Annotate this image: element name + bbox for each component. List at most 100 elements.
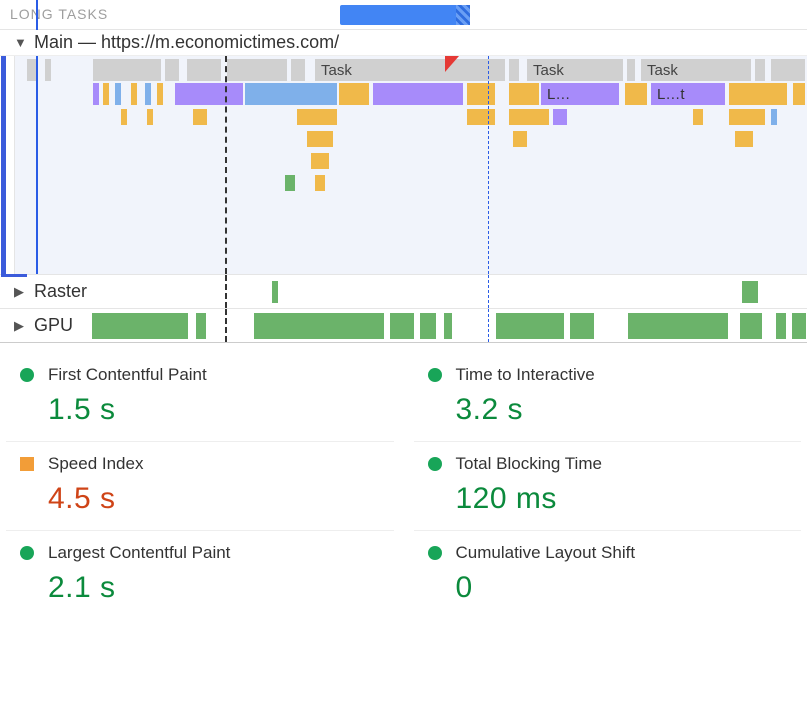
flame-bar[interactable] [311,153,329,169]
gpu-bar[interactable] [628,313,728,339]
raster-track[interactable]: ▶ Raster [0,275,807,309]
chevron-down-icon[interactable]: ▼ [14,35,28,50]
script-bar[interactable] [625,83,647,105]
metric-label: Largest Contentful Paint [48,543,230,563]
flame-bar[interactable] [693,109,703,125]
raster-bar[interactable] [272,281,278,303]
script-bar[interactable] [145,83,151,105]
task-bar[interactable] [165,59,179,81]
script-bar[interactable] [373,83,463,105]
gpu-bar[interactable] [254,313,384,339]
task-bar[interactable] [45,59,51,81]
flame-bar[interactable] [553,109,567,125]
task-label: Task [321,62,352,79]
frame-marker [488,275,489,308]
script-bar[interactable] [103,83,109,105]
metric-cls[interactable]: Cumulative Layout Shift 0 [414,531,802,619]
script-row: L… L…t [15,83,807,105]
layout-shift-icon [445,56,459,72]
flame-bar[interactable] [735,131,753,147]
time-marker [36,30,38,274]
script-bar[interactable] [157,83,163,105]
flame-bar[interactable] [467,109,495,125]
gpu-track[interactable]: ▶ GPU [0,309,807,343]
script-bar[interactable] [175,83,243,105]
raster-bar[interactable] [742,281,758,303]
metric-fcp[interactable]: First Contentful Paint 1.5 s [6,353,394,442]
flame-bar[interactable] [771,109,777,125]
flame-bar[interactable] [729,109,765,125]
task-bar[interactable] [187,59,221,81]
gpu-bar[interactable] [496,313,564,339]
main-track-header[interactable]: ▼ Main — https://m.economictimes.com/ [0,30,807,56]
metric-tbt[interactable]: Total Blocking Time 120 ms [414,442,802,531]
flame-bar[interactable] [513,131,527,147]
task-bar[interactable]: Task [641,59,751,81]
task-bar[interactable] [93,59,161,81]
task-bar[interactable]: Task [527,59,623,81]
task-bar[interactable] [227,59,287,81]
gpu-bar[interactable] [92,313,188,339]
gpu-bar[interactable] [420,313,436,339]
script-bar[interactable] [131,83,137,105]
gpu-bar[interactable] [390,313,414,339]
task-bar[interactable] [755,59,765,81]
gpu-bar[interactable] [444,313,452,339]
flame-bar[interactable] [193,109,207,125]
gpu-bar[interactable] [776,313,786,339]
script-bar[interactable] [245,83,337,105]
task-label: Task [533,62,564,79]
task-bar[interactable]: Task [315,59,505,81]
flame-bar[interactable] [121,109,127,125]
main-flame-chart[interactable]: Task Task Task L… L…t [15,56,807,274]
gpu-bar[interactable] [740,313,762,339]
gpu-bar[interactable] [196,313,206,339]
metric-tti[interactable]: Time to Interactive 3.2 s [414,353,802,442]
flame-bar[interactable] [147,109,153,125]
selection-accent-bottom [1,274,27,277]
time-marker [36,0,38,31]
flame-bar[interactable] [307,131,333,147]
status-square-icon [20,457,34,471]
flame-bar[interactable] [315,175,325,191]
metric-value: 1.5 s [48,393,384,427]
flame-bar[interactable] [509,109,549,125]
script-bar[interactable] [793,83,805,105]
main-thread-track[interactable]: ▼ Main — https://m.economictimes.com/ Ta… [0,30,807,275]
script-bar[interactable] [467,83,495,105]
long-task-bar[interactable] [340,5,470,25]
metrics-grid: First Contentful Paint 1.5 s Time to Int… [0,343,807,639]
gpu-bar[interactable] [792,313,806,339]
script-bar[interactable] [115,83,121,105]
script-bar[interactable] [339,83,369,105]
gpu-bar[interactable] [570,313,594,339]
metric-si[interactable]: Speed Index 4.5 s [6,442,394,531]
script-row-5 [15,173,807,193]
script-bar[interactable] [729,83,787,105]
metric-value: 4.5 s [48,482,384,516]
metric-lcp[interactable]: Largest Contentful Paint 2.1 s [6,531,394,619]
chevron-right-icon[interactable]: ▶ [14,284,28,300]
chevron-right-icon[interactable]: ▶ [14,318,28,334]
selection-accent [1,56,6,274]
flame-bar[interactable] [285,175,295,191]
script-bar[interactable]: L…t [651,83,725,105]
task-bar[interactable] [627,59,635,81]
script-bar[interactable] [509,83,539,105]
long-tasks-track[interactable]: LONG TASKS [0,0,807,30]
task-bar[interactable] [509,59,519,81]
status-dot-icon [20,368,34,382]
task-bar[interactable] [291,59,305,81]
task-bar[interactable] [771,59,805,81]
long-tasks-label: LONG TASKS [10,6,108,22]
script-bar[interactable]: L… [541,83,619,105]
status-dot-icon [20,546,34,560]
metric-value: 2.1 s [48,571,384,605]
metric-label: Time to Interactive [456,365,595,385]
script-bar[interactable] [93,83,99,105]
flame-bar[interactable] [297,109,337,125]
script-row-2 [15,107,807,127]
frame-marker [488,309,489,342]
metric-label: Cumulative Layout Shift [456,543,636,563]
metric-label: Speed Index [48,454,143,474]
